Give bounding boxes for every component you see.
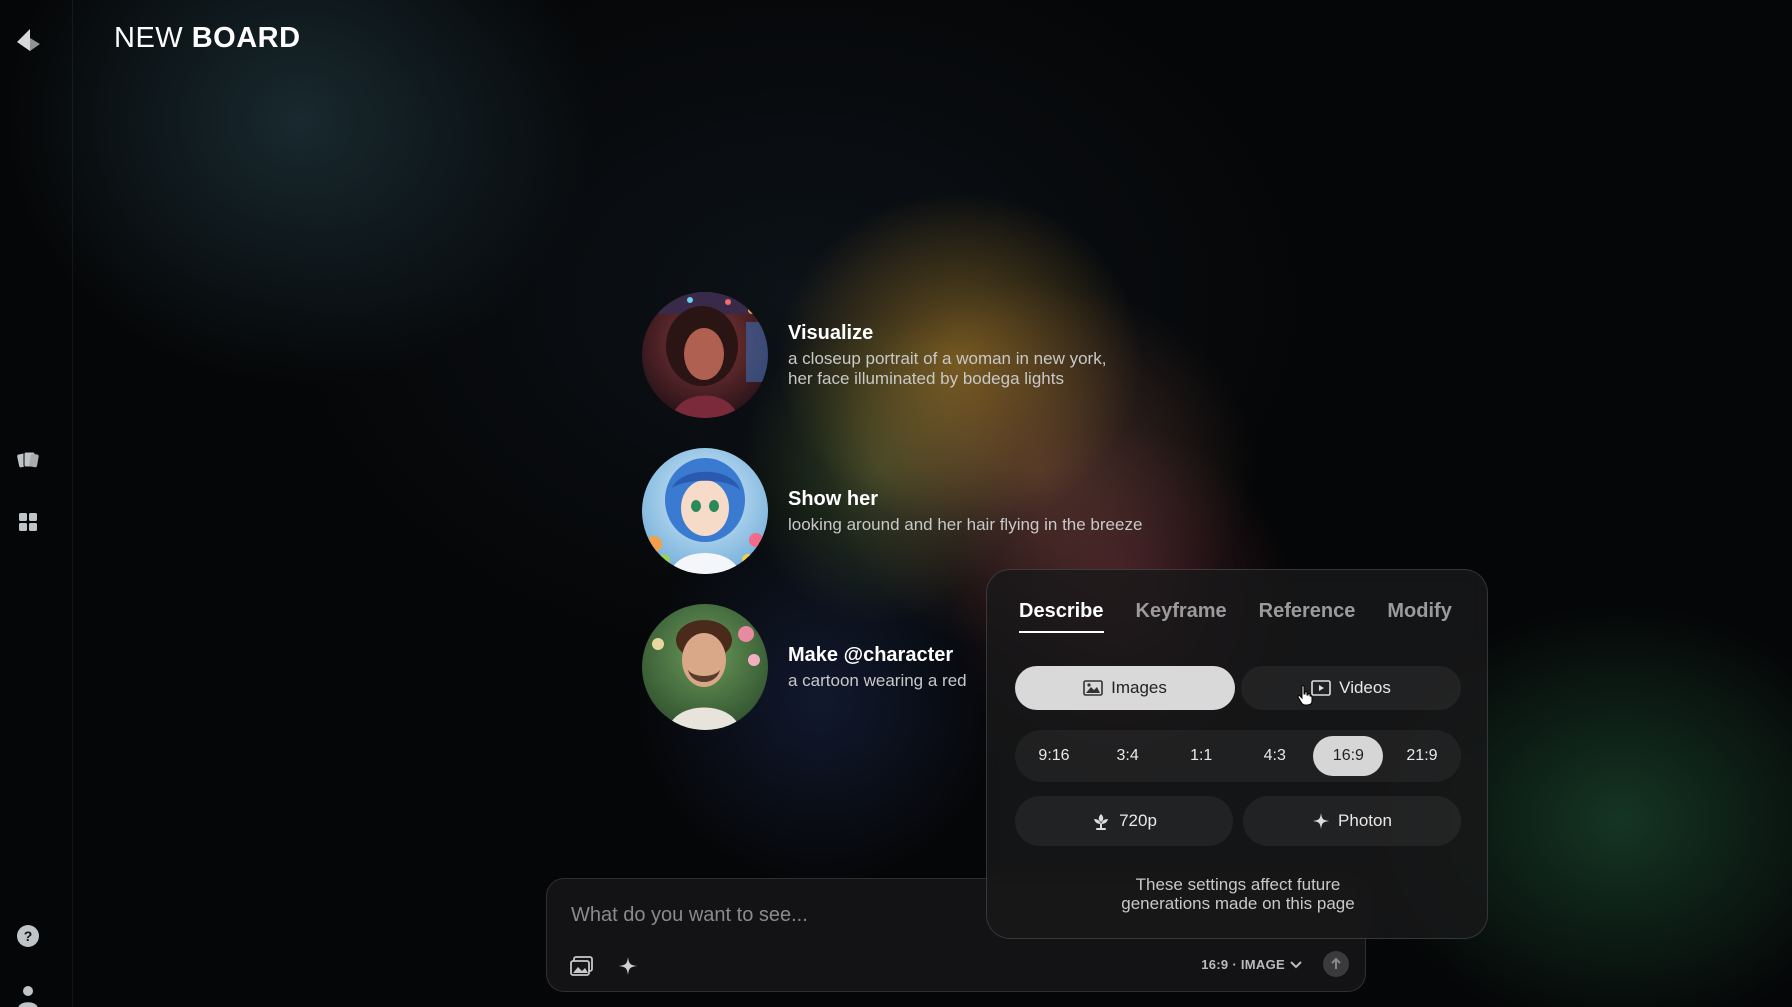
image-icon <box>1083 680 1103 696</box>
ratio-4-3[interactable]: 4:3 <box>1240 736 1310 776</box>
suggestion-make-character[interactable]: Make @character a cartoon wearing a red <box>642 604 967 730</box>
title-light: NEW <box>114 22 192 54</box>
settings-note: These settings affect future generations… <box>1121 875 1355 913</box>
prompt-input[interactable] <box>569 897 1033 933</box>
images-button[interactable]: Images <box>1015 666 1235 710</box>
cards-icon[interactable] <box>14 446 42 474</box>
generation-options: 720p Photon <box>1015 796 1461 846</box>
mode-select-label: 16:9 · IMAGE <box>1201 957 1285 972</box>
page-title: NEW BOARD <box>114 22 301 55</box>
suggestion-subtitle: a closeup portrait of a woman in new yor… <box>788 348 1107 388</box>
flower-icon <box>1094 814 1109 830</box>
svg-text:?: ? <box>24 928 33 944</box>
suggestion-avatar-woman <box>642 292 768 418</box>
model-label: Photon <box>1338 811 1392 830</box>
suggestion-avatar-man <box>642 604 768 730</box>
settings-panel: Describe Keyframe Reference Modify Image… <box>986 569 1488 939</box>
page: ? NEW BOARD Visualize a closeup portrait… <box>0 0 1792 1007</box>
image-upload-icon[interactable] <box>569 953 595 979</box>
hand-cursor-icon <box>1297 685 1313 706</box>
suggestion-title: Show her <box>788 487 879 510</box>
sidebar: ? <box>0 0 73 1007</box>
sparkle-icon[interactable] <box>615 953 641 979</box>
video-icon <box>1311 680 1331 696</box>
suggestion-title: Make @character <box>788 643 954 666</box>
videos-button[interactable]: Videos <box>1241 666 1461 710</box>
suggestion-subtitle: a cartoon wearing a red <box>788 670 967 690</box>
tab-modify[interactable]: Modify <box>1387 600 1451 633</box>
tab-describe[interactable]: Describe <box>1019 600 1104 633</box>
logo-icon[interactable] <box>14 26 42 54</box>
chevron-down-icon <box>1290 960 1302 968</box>
resolution-button[interactable]: 720p <box>1015 796 1233 846</box>
media-type-toggle: Images Videos <box>1015 666 1461 710</box>
sparkle-icon <box>1312 812 1330 830</box>
title-bold: BOARD <box>191 22 301 54</box>
ratio-1-1[interactable]: 1:1 <box>1166 736 1236 776</box>
videos-label: Videos <box>1339 678 1391 697</box>
tab-reference[interactable]: Reference <box>1259 600 1356 633</box>
ratio-3-4[interactable]: 3:4 <box>1093 736 1163 776</box>
aspect-ratio-selector: 9:16 3:4 1:1 4:3 16:9 21:9 <box>1015 730 1461 782</box>
tab-keyframe[interactable]: Keyframe <box>1136 600 1227 633</box>
suggestion-visualize[interactable]: Visualize a closeup portrait of a woman … <box>642 292 1106 418</box>
suggestion-subtitle: looking around and her hair flying in th… <box>788 514 1143 534</box>
images-label: Images <box>1111 678 1167 697</box>
submit-button[interactable] <box>1323 951 1349 977</box>
mode-select[interactable]: 16:9 · IMAGE <box>1201 957 1303 972</box>
arrow-up-icon <box>1331 957 1341 969</box>
ratio-21-9[interactable]: 21:9 <box>1387 736 1457 776</box>
settings-tabs: Describe Keyframe Reference Modify <box>1019 600 1452 633</box>
help-icon[interactable]: ? <box>14 922 42 950</box>
resolution-label: 720p <box>1119 811 1157 830</box>
suggestion-title: Visualize <box>788 321 874 344</box>
ratio-9-16[interactable]: 9:16 <box>1019 736 1089 776</box>
user-icon[interactable] <box>14 982 42 1007</box>
suggestion-show-her[interactable]: Show her looking around and her hair fly… <box>642 448 1142 574</box>
grid-icon[interactable] <box>14 508 42 536</box>
ratio-16-9[interactable]: 16:9 <box>1313 736 1384 776</box>
model-button[interactable]: Photon <box>1243 796 1461 846</box>
suggestion-avatar-anime-girl <box>642 448 768 574</box>
